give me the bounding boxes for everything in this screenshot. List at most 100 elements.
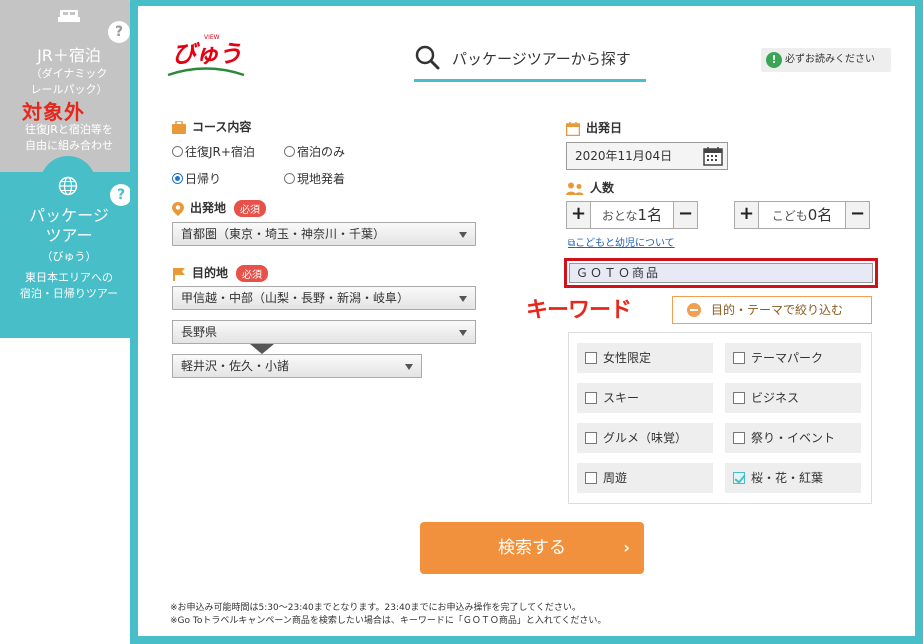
exclamation-icon: !: [766, 52, 782, 68]
minus-circle-icon: [687, 303, 701, 317]
destination-region-value: 甲信越・中部（山梨・長野・新潟・岐阜）: [181, 291, 410, 305]
theme-checkbox-women-only[interactable]: 女性限定: [577, 343, 713, 373]
course-option-label: 宿泊のみ: [297, 145, 346, 159]
package-tab-title: パッケージ ツアー: [0, 206, 138, 246]
radio-selected-icon: [172, 173, 183, 184]
destination-label: 目的地 必須: [172, 264, 269, 282]
theme-label: グルメ（味覚）: [603, 431, 688, 445]
destination-prefecture-select[interactable]: 長野県: [172, 320, 476, 344]
departure-select[interactable]: 首都圏（東京・埼玉・神奈川・千葉）: [172, 222, 476, 246]
course-option-day-trip[interactable]: 日帰り: [172, 170, 221, 187]
chevron-down-icon: [459, 330, 467, 336]
view-logo[interactable]: VIEW びゅう: [166, 34, 246, 80]
chevron-right-icon: ›: [623, 538, 630, 557]
course-option-roundtrip[interactable]: 往復JR+宿泊: [172, 143, 255, 160]
note-line: ※Go Toトラベルキャンペーン商品を検索したい場合は、キーワードに「ＧＯＴＯ商…: [170, 616, 607, 626]
checkbox-icon: [585, 392, 597, 404]
people-icon: [566, 182, 584, 195]
jr-tab-sub-line1: （ダイナミック: [30, 67, 108, 80]
note-line: ※お申込み可能時間は5:30〜23:40までとなります。23:40までにお申込み…: [170, 603, 581, 613]
course-option-stay-only[interactable]: 宿泊のみ: [284, 143, 345, 160]
search-panel: VIEW びゅう パッケージツアーから探す ! 必ずお読みください コース内容 …: [130, 0, 923, 644]
calendar-icon: [566, 121, 580, 136]
search-heading-text: パッケージツアーから探す: [452, 50, 631, 68]
chevron-down-icon: [459, 296, 467, 302]
radio-icon: [172, 146, 183, 157]
package-help-icon[interactable]: ?: [110, 184, 132, 206]
checkbox-icon: [585, 352, 597, 364]
chevron-down-icon: [459, 232, 467, 238]
required-badge: 必須: [234, 200, 267, 217]
destination-area-select[interactable]: 軽井沢・佐久・小諸: [172, 354, 422, 378]
excluded-annotation: 対象外: [22, 100, 85, 124]
search-button-label: 検索する: [498, 538, 566, 558]
adult-label: おとな: [601, 209, 638, 223]
theme-filter-label: 目的・テーマで絞り込む: [711, 303, 844, 317]
must-read-label: 必ずお読みください: [785, 54, 875, 65]
jr-tab-sub: （ダイナミック レールパック）: [0, 66, 138, 98]
child-count-value: 0名: [807, 206, 833, 224]
keyword-input[interactable]: ＧＯＴＯ商品: [569, 263, 873, 283]
radio-icon: [284, 146, 295, 157]
must-read-button[interactable]: ! 必ずお読みください: [761, 48, 891, 72]
child-label: こども: [771, 209, 808, 223]
package-tab-desc: 東日本エリアへの 宿泊・日帰りツアー: [0, 270, 138, 302]
bed-icon: [58, 10, 80, 22]
destination-label-text: 目的地: [192, 266, 229, 280]
theme-checkbox-gourmet[interactable]: グルメ（味覚）: [577, 423, 713, 453]
theme-checkbox-festival[interactable]: 祭り・イベント: [725, 423, 861, 453]
destination-region-select[interactable]: 甲信越・中部（山梨・長野・新潟・岐阜）: [172, 286, 476, 310]
child-info-link[interactable]: ⧉こどもと幼児について: [568, 234, 675, 249]
date-input[interactable]: 2020年11月04日: [566, 142, 728, 170]
child-minus-button[interactable]: −: [845, 202, 869, 228]
course-option-label: 日帰り: [185, 172, 222, 186]
theme-label: 女性限定: [603, 351, 652, 365]
child-plus-button[interactable]: +: [735, 202, 759, 228]
theme-checkbox-ski[interactable]: スキー: [577, 383, 713, 413]
checkbox-icon: [733, 392, 745, 404]
theme-checkbox-grid: 女性限定 テーマパーク スキー ビジネス グルメ（味覚） 祭り・イベント 周遊 …: [568, 332, 872, 504]
adult-plus-button[interactable]: +: [567, 202, 591, 228]
date-label-text: 出発日: [586, 121, 623, 135]
logo-text: びゅう: [172, 40, 242, 68]
departure-label: 出発地 必須: [172, 199, 267, 217]
theme-filter-toggle[interactable]: 目的・テーマで絞り込む: [672, 296, 872, 324]
radio-icon: [284, 173, 295, 184]
child-count: こども0名: [759, 202, 845, 229]
tab-jr-stay[interactable]: ? JR＋宿泊 （ダイナミック レールパック） 往復JRと宿泊等を 自由に組み合…: [0, 0, 148, 172]
jr-tab-desc: 往復JRと宿泊等を 自由に組み合わせ: [0, 122, 138, 154]
course-option-label: 現地発着: [297, 172, 346, 186]
package-tab-desc-line1: 東日本エリアへの: [25, 271, 113, 284]
theme-checkbox-theme-park[interactable]: テーマパーク: [725, 343, 861, 373]
theme-label: 周遊: [603, 471, 628, 485]
adult-stepper: + おとな1名 −: [566, 201, 698, 229]
people-label-text: 人数: [590, 181, 615, 195]
map-pin-icon: [172, 201, 184, 216]
logo-swoosh-icon: [167, 67, 245, 77]
keyword-annotation: キーワード: [526, 298, 632, 323]
people-label: 人数: [566, 179, 614, 196]
tab-package-tour[interactable]: ? パッケージ ツアー （びゅう） 東日本エリアへの 宿泊・日帰りツアー: [0, 156, 138, 338]
keyword-highlight-frame: ＧＯＴＯ商品: [564, 258, 878, 288]
adult-minus-button[interactable]: −: [673, 202, 697, 228]
jr-tab-title: JR＋宿泊: [37, 46, 101, 65]
suitcase-icon: [172, 121, 186, 134]
jr-help-icon[interactable]: ?: [108, 21, 130, 43]
destination-area-value: 軽井沢・佐久・小諸: [181, 359, 290, 373]
destination-prefecture-value: 長野県: [181, 325, 218, 339]
search-icon: [415, 45, 440, 70]
checkbox-icon: [733, 432, 745, 444]
departure-label-text: 出発地: [190, 201, 227, 215]
theme-checkbox-tour[interactable]: 周遊: [577, 463, 713, 493]
course-option-local[interactable]: 現地発着: [284, 170, 345, 187]
checkbox-icon: [585, 472, 597, 484]
theme-checkbox-flowers[interactable]: 桜・花・紅葉: [725, 463, 861, 493]
calendar-picker-icon[interactable]: [703, 146, 723, 166]
search-button[interactable]: 検索する ›: [420, 522, 644, 574]
package-tab-title-line2: ツアー: [45, 226, 93, 245]
package-tab-sub: （びゅう）: [41, 250, 97, 263]
theme-label: スキー: [603, 391, 640, 405]
date-input-value: 2020年11月04日: [575, 149, 673, 163]
theme-checkbox-business[interactable]: ビジネス: [725, 383, 861, 413]
flag-icon: [173, 267, 185, 281]
